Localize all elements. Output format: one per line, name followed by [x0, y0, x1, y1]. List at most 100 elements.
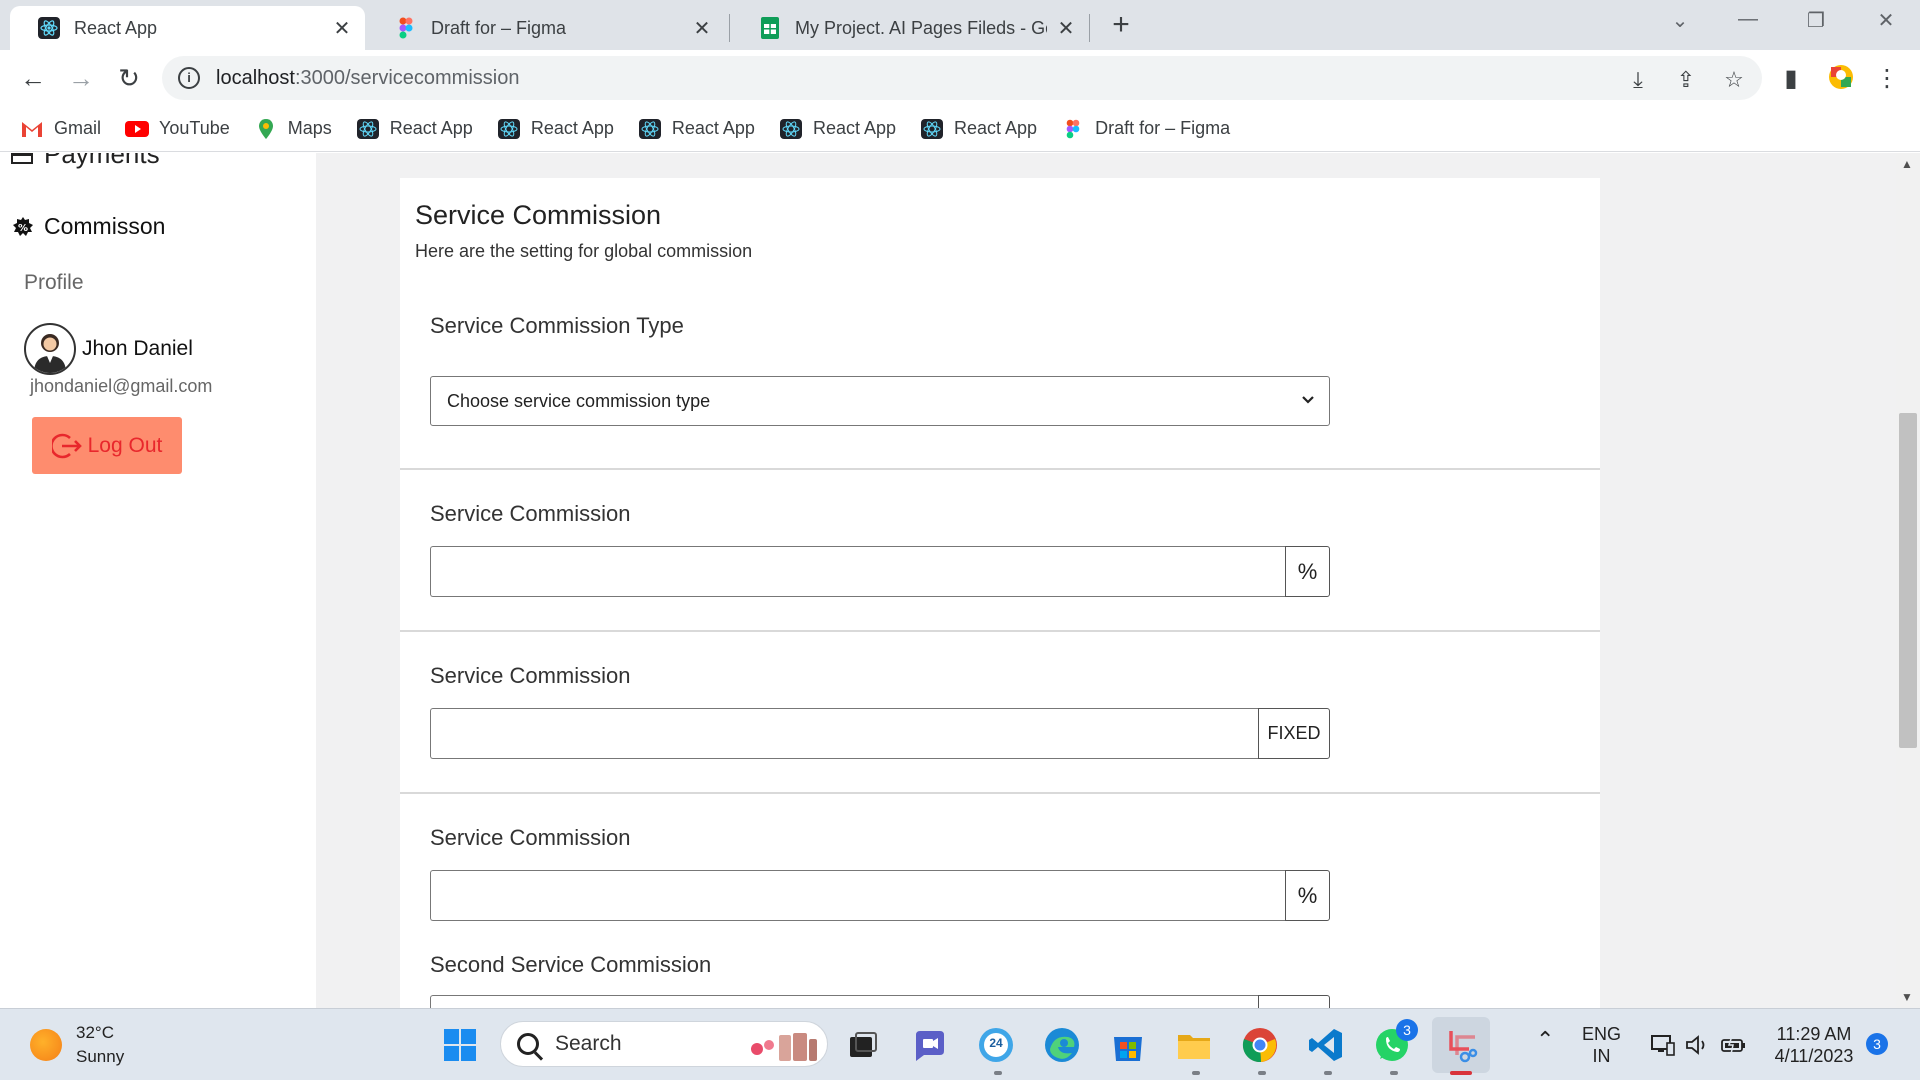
tab-title: Draft for – Figma — [431, 17, 567, 38]
microsoft-store-icon[interactable] — [1108, 1025, 1148, 1065]
second-addon — [1258, 995, 1330, 1008]
user-name: Jhon Daniel — [82, 337, 193, 360]
service-commission-label: Service Commission — [430, 501, 631, 526]
percent-addon: % — [1285, 546, 1330, 597]
url-text: localhost:3000/servicecommission — [216, 66, 520, 89]
sheets-icon — [761, 17, 779, 39]
forward-button[interactable]: → — [64, 62, 98, 96]
scroll-down-arrow-icon[interactable]: ▼ — [1901, 990, 1913, 1004]
whatsapp-app[interactable]: 3 — [1372, 1019, 1418, 1065]
bookmarks-bar: Gmail YouTube Maps React App React App R… — [0, 106, 1920, 152]
sidebar: Payments % Commisson Profile Jhon Daniel… — [0, 153, 316, 1008]
bookmark-react-app[interactable]: React App — [920, 118, 1037, 139]
second-service-commission-input[interactable] — [430, 995, 1258, 1008]
volume-icon[interactable] — [1684, 1033, 1710, 1057]
calendar-app-icon[interactable]: 24 — [976, 1025, 1016, 1065]
minimize-button[interactable]: — — [1728, 8, 1768, 31]
section-divider — [400, 468, 1600, 470]
file-explorer-icon[interactable] — [1174, 1025, 1214, 1065]
service-commission-fixed-input[interactable] — [430, 708, 1258, 759]
profile-icon[interactable] — [1826, 64, 1856, 94]
logout-icon — [51, 433, 82, 458]
reload-button[interactable]: ↻ — [112, 62, 146, 96]
tab-search-icon[interactable]: ⌄ — [1660, 8, 1700, 33]
tab-strip: React App ✕ Draft for – Figma ✕ My Proje… — [0, 0, 1920, 50]
tab-google-sheets[interactable]: My Project. AI Pages Fileds - Goo ✕ — [731, 6, 1089, 50]
search-icon — [517, 1033, 539, 1055]
tab-figma[interactable]: Draft for – Figma ✕ — [367, 6, 725, 50]
chrome-icon[interactable] — [1240, 1025, 1280, 1065]
bookmark-youtube[interactable]: YouTube — [125, 118, 230, 139]
teams-chat-icon[interactable] — [910, 1025, 950, 1065]
taskbar-search[interactable]: Search — [500, 1021, 828, 1067]
close-window-button[interactable]: ✕ — [1866, 8, 1906, 33]
second-service-commission-group — [430, 995, 1330, 1008]
weather-condition: Sunny — [76, 1047, 125, 1066]
sun-icon — [30, 1029, 62, 1061]
tab-react-app[interactable]: React App ✕ — [10, 6, 365, 50]
notification-count-badge[interactable]: 3 — [1866, 1033, 1888, 1055]
address-bar[interactable]: i localhost:3000/servicecommission ⤓ ⇪ ☆ — [162, 56, 1762, 100]
calendar-day: 24 — [989, 1036, 1003, 1050]
windows-start-icon[interactable] — [440, 1025, 480, 1065]
install-icon[interactable]: ⤓ — [1624, 66, 1652, 94]
bookmark-star-icon[interactable]: ☆ — [1720, 66, 1748, 94]
weather-widget[interactable]: 32°C Sunny — [30, 1021, 124, 1069]
bookmark-maps[interactable]: Maps — [254, 118, 332, 139]
snipping-tool-active[interactable] — [1432, 1017, 1490, 1073]
page-title: Service Commission — [415, 200, 662, 230]
sidebar-item-commission[interactable]: % Commisson — [12, 213, 165, 240]
bookmark-gmail[interactable]: Gmail — [20, 118, 101, 139]
bookmark-react-app[interactable]: React App — [497, 118, 614, 139]
restore-button[interactable]: ❐ — [1796, 8, 1836, 33]
show-hidden-icons-chevron-icon[interactable]: ⌃ — [1536, 1029, 1554, 1051]
language-indicator[interactable]: ENG IN — [1582, 1023, 1621, 1067]
scroll-up-arrow-icon[interactable]: ▲ — [1901, 157, 1913, 171]
commission-gear-icon: % — [13, 216, 33, 236]
battery-icon[interactable] — [1720, 1033, 1748, 1057]
logout-button[interactable]: Log Out — [32, 417, 182, 474]
side-panel-icon[interactable]: ▮ — [1776, 64, 1806, 94]
user-email: jhondaniel@gmail.com — [30, 376, 213, 396]
scrollbar-thumb[interactable] — [1899, 413, 1917, 748]
page-scrollbar[interactable]: ▲ ▼ — [1896, 153, 1920, 1008]
select-value: Choose service commission type — [447, 390, 711, 411]
bookmark-react-app[interactable]: React App — [779, 118, 896, 139]
running-indicator — [1192, 1071, 1200, 1075]
network-icon[interactable] — [1650, 1033, 1676, 1057]
youtube-icon — [125, 120, 150, 137]
new-tab-button[interactable]: + — [1104, 10, 1138, 44]
close-tab-icon[interactable]: ✕ — [1057, 16, 1075, 41]
running-indicator — [1390, 1071, 1398, 1075]
service-commission-percent-input-2[interactable] — [430, 870, 1285, 921]
menu-kebab-icon[interactable]: ⋮ — [1872, 64, 1902, 94]
vscode-icon[interactable] — [1306, 1025, 1346, 1065]
tab-separator — [729, 14, 730, 42]
figma-icon — [399, 17, 413, 39]
second-service-commission-label: Second Service Commission — [430, 952, 712, 977]
service-commission-percent-group-2: % — [430, 870, 1330, 921]
clock[interactable]: 11:29 AM 4/11/2023 — [1768, 1023, 1860, 1067]
windows-taskbar: 32°C Sunny Search 24 3 ⌃ ENG IN 11:29 AM… — [0, 1008, 1920, 1080]
close-tab-icon[interactable]: ✕ — [693, 16, 711, 41]
user-profile[interactable]: Jhon Daniel — [24, 323, 193, 375]
avatar — [24, 323, 76, 375]
sidebar-item-payments[interactable]: Payments — [10, 153, 160, 170]
back-button[interactable]: ← — [16, 62, 50, 96]
service-commission-card: Service Commission Here are the setting … — [400, 178, 1600, 1008]
service-commission-percent-input[interactable] — [430, 546, 1285, 597]
maps-pin-icon — [258, 118, 273, 139]
close-tab-icon[interactable]: ✕ — [333, 16, 351, 41]
share-icon[interactable]: ⇪ — [1672, 66, 1700, 94]
commission-type-select[interactable]: Choose service commission type — [430, 376, 1330, 426]
bookmark-react-app[interactable]: React App — [356, 118, 473, 139]
tab-separator — [1089, 14, 1090, 42]
react-icon — [356, 118, 379, 139]
section-divider — [400, 630, 1600, 632]
sidebar-section-profile: Profile — [24, 271, 84, 294]
bookmark-figma[interactable]: Draft for – Figma — [1061, 118, 1230, 139]
site-info-icon[interactable]: i — [178, 67, 200, 89]
task-view-icon[interactable] — [842, 1025, 882, 1065]
bookmark-react-app[interactable]: React App — [638, 118, 755, 139]
edge-icon[interactable] — [1042, 1025, 1082, 1065]
